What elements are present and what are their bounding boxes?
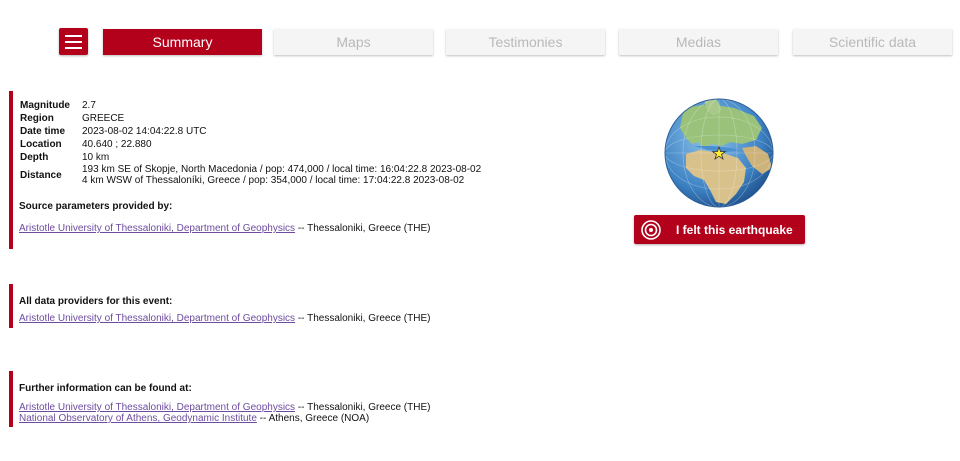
- distance-line: 4 km WSW of Thessaloníki, Greece / pop: …: [82, 175, 465, 186]
- further-link[interactable]: Aristotle University of Thessaloniki, De…: [19, 402, 295, 413]
- globe-map[interactable]: [664, 98, 774, 208]
- further-suffix: -- Thessaloniki, Greece (THE): [295, 402, 431, 413]
- hamburger-menu-icon-bar: [65, 40, 82, 43]
- table-row: Depth 10 km: [19, 151, 481, 164]
- datetime-label: Date time: [20, 126, 66, 137]
- region-label: Region: [20, 113, 54, 124]
- depth-value: 10 km: [82, 152, 110, 163]
- table-row: Magnitude 2.7: [19, 99, 481, 112]
- tab-medias[interactable]: Medias: [619, 29, 778, 55]
- list-item: National Observatory of Athens, Geodynam…: [19, 413, 579, 424]
- tab-testimonies[interactable]: Testimonies: [446, 29, 605, 55]
- further-heading: Further information can be found at:: [19, 383, 192, 394]
- source-provider-suffix: -- Thessaloniki, Greece (THE): [295, 223, 431, 234]
- source-heading: Source parameters provided by:: [19, 201, 173, 212]
- felt-earthquake-label: I felt this earthquake: [676, 222, 793, 237]
- table-row: Date time 2023-08-02 14:04:22.8 UTC: [19, 125, 481, 138]
- tab-maps[interactable]: Maps: [274, 29, 433, 55]
- table-row: Region GREECE: [19, 112, 481, 125]
- depth-label: Depth: [20, 152, 49, 163]
- table-row: Location 40.640 ; 22.880: [19, 138, 481, 151]
- magnitude-label: Magnitude: [20, 100, 70, 111]
- felt-earthquake-button[interactable]: I felt this earthquake: [634, 215, 805, 244]
- tab-scientific-data[interactable]: Scientific data: [793, 29, 952, 55]
- magnitude-value: 2.7: [82, 100, 96, 111]
- provider-suffix: -- Thessaloniki, Greece (THE): [295, 313, 431, 324]
- list-item: Aristotle University of Thessaloniki, De…: [19, 402, 579, 413]
- further-link[interactable]: National Observatory of Athens, Geodynam…: [19, 413, 257, 424]
- hamburger-menu-icon: [65, 34, 82, 37]
- location-value: 40.640 ; 22.880: [82, 139, 152, 150]
- datetime-value: 2023-08-02 14:04:22.8 UTC: [82, 126, 207, 137]
- menu-button[interactable]: [59, 28, 88, 55]
- source-provider: Aristotle University of Thessaloniki, De…: [19, 223, 579, 234]
- table-row: Distance 193 km SE of Skopje, North Mace…: [19, 164, 481, 186]
- providers-heading: All data providers for this event:: [19, 296, 173, 307]
- location-label: Location: [20, 139, 62, 150]
- data-providers-section: All data providers for this event: Arist…: [9, 284, 579, 328]
- provider-link[interactable]: Aristotle University of Thessaloniki, De…: [19, 313, 295, 324]
- hamburger-menu-icon-bar: [65, 46, 82, 49]
- source-provider-link[interactable]: Aristotle University of Thessaloniki, De…: [19, 223, 295, 234]
- event-info-table: Magnitude 2.7 Region GREECE Date time 20…: [19, 99, 481, 186]
- distance-value: 193 km SE of Skopje, North Macedonia / p…: [82, 164, 481, 186]
- event-summary-section: Magnitude 2.7 Region GREECE Date time 20…: [9, 91, 579, 249]
- tab-summary[interactable]: Summary: [103, 29, 262, 55]
- region-value: GREECE: [82, 113, 125, 124]
- target-icon: [641, 219, 661, 240]
- list-item: Aristotle University of Thessaloniki, De…: [19, 313, 579, 324]
- further-information-section: Further information can be found at: Ari…: [9, 371, 579, 427]
- distance-label: Distance: [20, 169, 62, 181]
- further-suffix: -- Athens, Greece (NOA): [256, 413, 370, 424]
- globe-icon: [664, 98, 774, 208]
- distance-line: 193 km SE of Skopje, North Macedonia / p…: [82, 164, 482, 175]
